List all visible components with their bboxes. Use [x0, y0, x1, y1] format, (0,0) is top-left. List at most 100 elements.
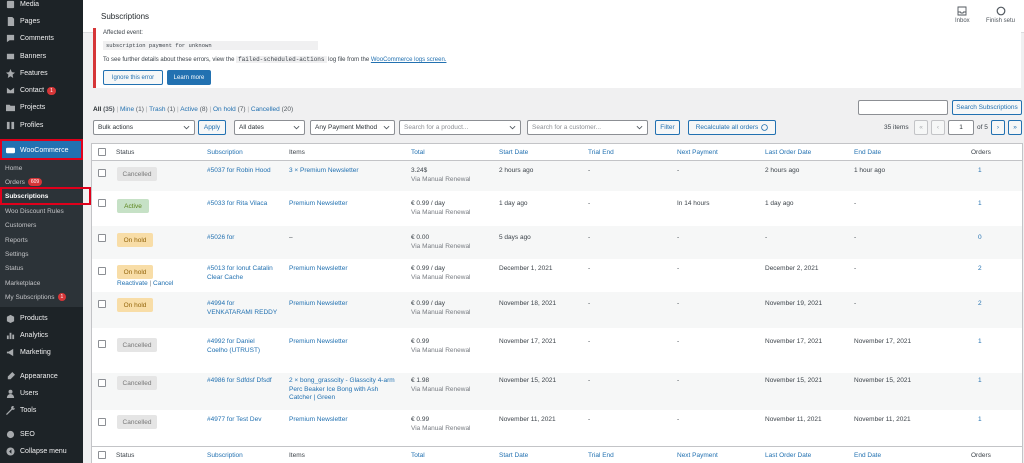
view-cancelled[interactable]: Cancelled (20) [251, 106, 293, 113]
col-start-date[interactable]: Start Date [499, 149, 528, 156]
submenu-woo-discount-rules[interactable]: Woo Discount Rules [5, 205, 64, 217]
col-trial-end[interactable]: Trial End [588, 452, 614, 459]
view-mine[interactable]: Mine (1) [120, 106, 144, 113]
row-checkbox[interactable] [98, 418, 106, 426]
table-row[interactable]: Cancelled #5037 for Robin Hood 3 × Premi… [92, 161, 1022, 191]
product-search-select[interactable]: Search for a product... [399, 120, 521, 135]
row-checkbox[interactable] [98, 267, 106, 275]
sidebar-item-analytics[interactable]: Analytics [0, 327, 83, 344]
recalculate-orders-button[interactable]: Recalculate all orders [688, 120, 776, 135]
subscription-link[interactable]: #4977 for Test Dev [207, 416, 261, 425]
subscription-link[interactable]: #4986 for Sdfdsf Dfsdf [207, 377, 272, 386]
submenu-home[interactable]: Home [5, 162, 22, 174]
col-last-order-date[interactable]: Last Order Date [765, 452, 811, 459]
first-page-button[interactable]: « [914, 120, 928, 135]
col-end-date[interactable]: End Date [854, 149, 881, 156]
row-checkbox[interactable] [98, 199, 106, 207]
view-on-hold[interactable]: On hold (7) [213, 106, 246, 113]
col-subscription[interactable]: Subscription [207, 149, 243, 156]
table-row[interactable]: Cancelled #4992 for Daniel Coelho (UTRUST… [92, 328, 1022, 373]
row-checkbox[interactable] [98, 379, 106, 387]
orders-count-link[interactable]: 1 [978, 200, 982, 209]
dates-select[interactable]: All dates [234, 120, 305, 135]
table-row[interactable]: On hold Reactivate | Cancel #5013 for Io… [92, 259, 1022, 292]
sidebar-item-seo[interactable]: SEO [0, 426, 83, 443]
item-link[interactable]: Premium Newsletter [289, 200, 348, 209]
subscription-link[interactable]: #4992 for Daniel Coelho (UTRUST) [207, 338, 260, 355]
last-page-button[interactable]: » [1008, 120, 1022, 135]
search-input[interactable] [858, 100, 948, 115]
row-checkbox[interactable] [98, 340, 106, 348]
sidebar-item-comments[interactable]: Comments [0, 30, 83, 47]
sidebar-item-users[interactable]: Users [0, 385, 83, 402]
col-total[interactable]: Total [411, 452, 425, 459]
sidebar-item-projects[interactable]: Projects [0, 99, 83, 116]
apply-button[interactable]: Apply [198, 120, 226, 135]
select-all-checkbox[interactable] [98, 451, 106, 459]
subscription-link[interactable]: #5026 for [207, 234, 234, 243]
sidebar-item-pages[interactable]: Pages [0, 13, 83, 30]
search-subscriptions-button[interactable]: Search Subscriptions [952, 100, 1022, 115]
view-all[interactable]: All (35) [93, 106, 115, 113]
table-row[interactable]: Cancelled #4986 for Sdfdsf Dfsdf 2 × bon… [92, 373, 1022, 410]
sidebar-item-marketing[interactable]: Marketing [0, 344, 83, 361]
col-start-date[interactable]: Start Date [499, 452, 528, 459]
view-active[interactable]: Active (8) [180, 106, 207, 113]
subscription-link[interactable]: #4994 for VENKATARAMI REDDY [207, 300, 277, 317]
item-link[interactable]: 3 × Premium Newsletter [289, 167, 359, 176]
orders-count-link[interactable]: 2 [978, 300, 982, 309]
table-row[interactable]: Cancelled #4977 for Test Dev Premium New… [92, 410, 1022, 446]
orders-count-link[interactable]: 1 [978, 377, 982, 386]
col-next-payment[interactable]: Next Payment [677, 452, 718, 459]
col-last-order-date[interactable]: Last Order Date [765, 149, 811, 156]
current-page-input[interactable]: 1 [948, 120, 974, 135]
sidebar-item-profiles[interactable]: Profiles [0, 117, 83, 134]
sidebar-item-media[interactable]: Media [0, 0, 83, 13]
next-page-button[interactable]: › [991, 120, 1005, 135]
payment-method-select[interactable]: Any Payment Method [310, 120, 395, 135]
filter-button[interactable]: Filter [655, 120, 680, 135]
sidebar-item-contact[interactable]: Contact 1 [0, 82, 83, 99]
col-subscription[interactable]: Subscription [207, 452, 243, 459]
select-all-checkbox[interactable] [98, 148, 106, 156]
col-trial-end[interactable]: Trial End [588, 149, 614, 156]
reactivate-link[interactable]: Reactivate [117, 280, 148, 287]
view-trash[interactable]: Trash (1) [149, 106, 175, 113]
col-end-date[interactable]: End Date [854, 452, 881, 459]
item-link[interactable]: Premium Newsletter [289, 416, 348, 425]
bulk-actions-select[interactable]: Bulk actions [93, 120, 195, 135]
subscription-link[interactable]: #5013 for Ionut Catalin Clear Cache [207, 265, 273, 282]
item-link[interactable]: Premium Newsletter [289, 300, 348, 309]
logs-screen-link[interactable]: WooCommerce logs screen. [371, 57, 447, 63]
orders-count-link[interactable]: 2 [978, 265, 982, 274]
submenu-marketplace[interactable]: Marketplace [5, 277, 40, 289]
submenu-customers[interactable]: Customers [5, 219, 36, 231]
collapse-menu-button[interactable]: Collapse menu [0, 443, 83, 460]
cancel-link[interactable]: Cancel [153, 280, 173, 287]
sidebar-item-appearance[interactable]: Appearance [0, 368, 83, 385]
row-checkbox[interactable] [98, 234, 106, 242]
orders-count-link[interactable]: 1 [978, 416, 982, 425]
ignore-error-button[interactable]: Ignore this error [103, 70, 163, 85]
sidebar-item-features[interactable]: Features [0, 65, 83, 82]
submenu-my-subscriptions[interactable]: My Subscriptions 1 [5, 291, 67, 303]
subscription-link[interactable]: #5033 for Rita Vilaca [207, 200, 267, 209]
col-next-payment[interactable]: Next Payment [677, 149, 718, 156]
item-link[interactable]: Premium Newsletter [289, 338, 348, 347]
inbox-button[interactable]: Inbox [955, 6, 970, 24]
orders-count-link[interactable]: 1 [978, 338, 982, 347]
orders-count-link[interactable]: 1 [978, 167, 982, 176]
subscription-link[interactable]: #5037 for Robin Hood [207, 167, 271, 176]
row-checkbox[interactable] [98, 300, 106, 308]
prev-page-button[interactable]: ‹ [931, 120, 945, 135]
orders-count-link[interactable]: 0 [978, 234, 982, 243]
table-row[interactable]: Active #5033 for Rita Vilaca Premium New… [92, 191, 1022, 226]
item-link[interactable]: Premium Newsletter [289, 265, 348, 274]
sidebar-item-banners[interactable]: Banners [0, 48, 83, 65]
customer-search-select[interactable]: Search for a customer... [527, 120, 648, 135]
item-link[interactable]: 2 × bong_grasscity - Glasscity 4-arm Perc… [289, 377, 395, 403]
sidebar-item-tools[interactable]: Tools [0, 402, 83, 419]
submenu-settings[interactable]: Settings [5, 248, 29, 260]
col-total[interactable]: Total [411, 149, 425, 156]
finish-setup-button[interactable]: Finish setu [986, 6, 1015, 24]
